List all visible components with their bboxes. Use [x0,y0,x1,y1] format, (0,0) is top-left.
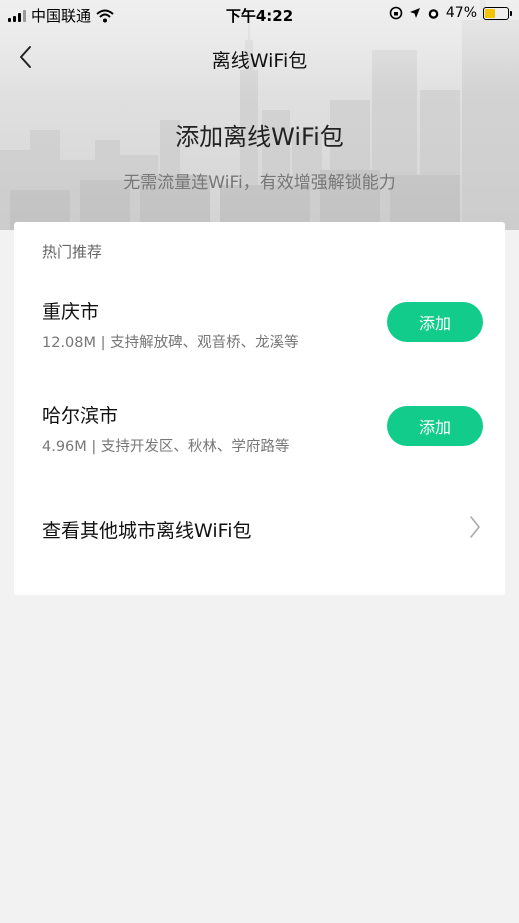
nav-bar: 离线WiFi包 [0,30,519,86]
city-name: 重庆市 [42,301,100,323]
status-bar: 中国联通 下午4:22 47% [0,0,519,30]
recommend-card: 热门推荐 重庆市 12.08M | 支持解放碑、观音桥、龙溪等 添加 哈尔滨市 … [14,222,505,595]
chevron-right-icon [470,516,480,538]
add-button[interactable]: 添加 [387,406,483,446]
add-button[interactable]: 添加 [387,302,483,342]
hero-title: 添加离线WiFi包 [175,123,344,151]
city-name: 哈尔滨市 [42,405,119,427]
orientation-lock-icon [389,6,403,20]
battery-percent: 47% [445,5,477,21]
more-cities-link[interactable]: 查看其他城市离线WiFi包 [42,512,482,542]
city-description: 12.08M | 支持解放碑、观音桥、龙溪等 [42,335,299,351]
status-right: 47% [389,5,512,21]
page-title: 离线WiFi包 [211,50,308,72]
location-arrow-icon [409,8,420,18]
city-item-chongqing: 重庆市 12.08M | 支持解放碑、观音桥、龙溪等 添加 [42,297,483,367]
hero-subtitle: 无需流量连WiFi，有效增强解锁能力 [123,173,396,193]
battery-icon [483,6,512,20]
section-label-hot: 热门推荐 [42,243,103,261]
more-cities-label: 查看其他城市离线WiFi包 [42,520,252,542]
city-description: 4.96M | 支持开发区、秋林、学府路等 [42,439,290,455]
alarm-icon [428,8,439,19]
city-item-harbin: 哈尔滨市 4.96M | 支持开发区、秋林、学府路等 添加 [42,401,483,471]
